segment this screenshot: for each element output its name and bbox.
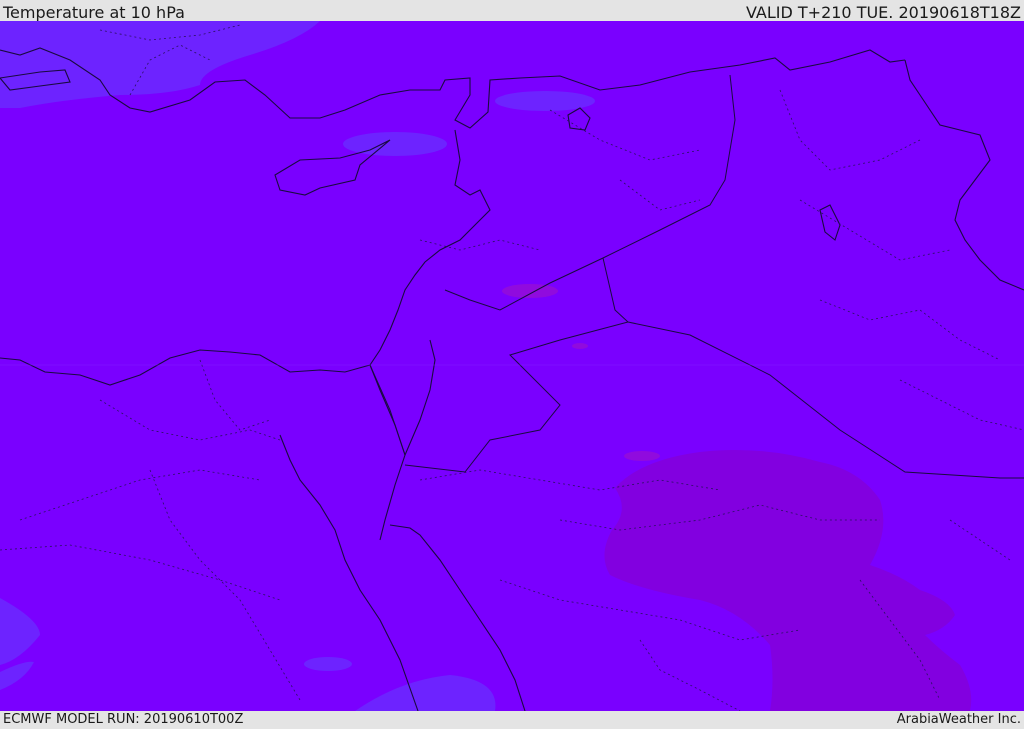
valid-time: VALID T+210 TUE. 20190618T18Z xyxy=(745,3,1021,22)
cool-region-cyprus xyxy=(343,132,447,156)
warm-spot-jordan xyxy=(502,284,558,298)
model-run: ECMWF MODEL RUN: 20190610T00Z xyxy=(3,712,244,727)
footer-bar: ECMWF MODEL RUN: 20190610T00Z ArabiaWeat… xyxy=(0,711,1024,729)
cool-region-sudan xyxy=(304,657,352,671)
warm-spot-small xyxy=(572,343,588,349)
map-svg[interactable] xyxy=(0,21,1024,711)
map-area[interactable] xyxy=(0,21,1024,711)
warm-spot-iraq xyxy=(624,451,660,461)
header-bar: Temperature at 10 hPa VALID T+210 TUE. 2… xyxy=(0,0,1024,22)
credit-text: ArabiaWeather Inc. xyxy=(896,712,1021,727)
map-title: Temperature at 10 hPa xyxy=(3,3,185,22)
